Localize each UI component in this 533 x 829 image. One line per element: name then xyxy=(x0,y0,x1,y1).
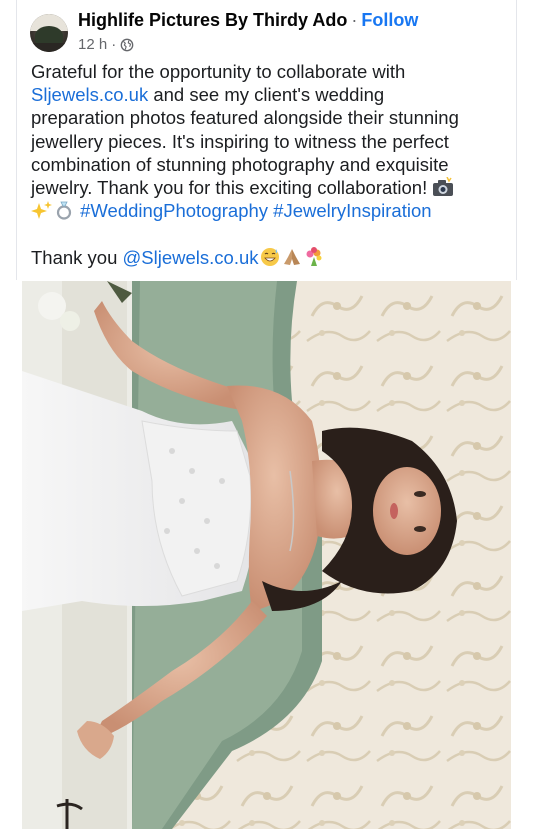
post-line: jewellery pieces. It's inspiring to witn… xyxy=(31,130,449,152)
sparkles-emoji xyxy=(31,201,52,220)
post-line: Sljewels.co.uk and see my client's weddi… xyxy=(31,84,385,106)
post-line: Thank you @Sljewels.co.uk xyxy=(31,246,511,269)
author-line: Highlife Pictures By Thirdy Ado · Follow xyxy=(78,10,418,30)
globe-icon[interactable] xyxy=(120,38,134,52)
hashtag-jewelry-inspiration[interactable]: #JewelryInspiration xyxy=(273,200,431,221)
camera-flash-emoji xyxy=(433,177,454,197)
avatar[interactable] xyxy=(30,14,68,52)
bouquet-emoji xyxy=(306,246,322,266)
post-card: Highlife Pictures By Thirdy Ado · Follow 1… xyxy=(0,0,533,829)
card-border-right xyxy=(516,0,517,280)
post-time[interactable]: 12 h xyxy=(78,36,107,54)
meta-separator: · xyxy=(111,36,117,53)
folded-hands-emoji xyxy=(283,248,300,265)
bride-photo[interactable] xyxy=(22,281,511,829)
post-line: #WeddingPhotography #JewelryInspiration xyxy=(31,199,511,222)
ring-emoji xyxy=(56,201,72,220)
post-line: combination of stunning photography and … xyxy=(31,153,449,175)
post-line: preparation photos featured alongside th… xyxy=(31,107,459,129)
hashtag-wedding-photography[interactable]: #WeddingPhotography xyxy=(80,200,268,221)
sljewels-mention[interactable]: @Sljewels.co.uk xyxy=(123,247,259,268)
post-header: Highlife Pictures By Thirdy Ado · Follow 1… xyxy=(30,10,513,60)
post-line-spacer xyxy=(31,222,511,245)
author-name[interactable]: Highlife Pictures By Thirdy Ado xyxy=(78,10,347,30)
post-text: Grateful for the opportunity to collabor… xyxy=(31,60,511,269)
follow-button[interactable]: Follow xyxy=(361,10,418,30)
bride-photo-illustration xyxy=(22,281,511,829)
separator-dot: · xyxy=(351,10,358,30)
card-border-left xyxy=(16,0,17,280)
grin-sweat-emoji xyxy=(260,247,279,266)
post-line: Grateful for the opportunity to collabor… xyxy=(31,61,406,82)
post-meta: 12 h · xyxy=(78,36,134,54)
post-line: jewelry. Thank you for this exciting col… xyxy=(31,176,511,199)
sljewels-link[interactable]: Sljewels.co.uk xyxy=(31,84,148,105)
